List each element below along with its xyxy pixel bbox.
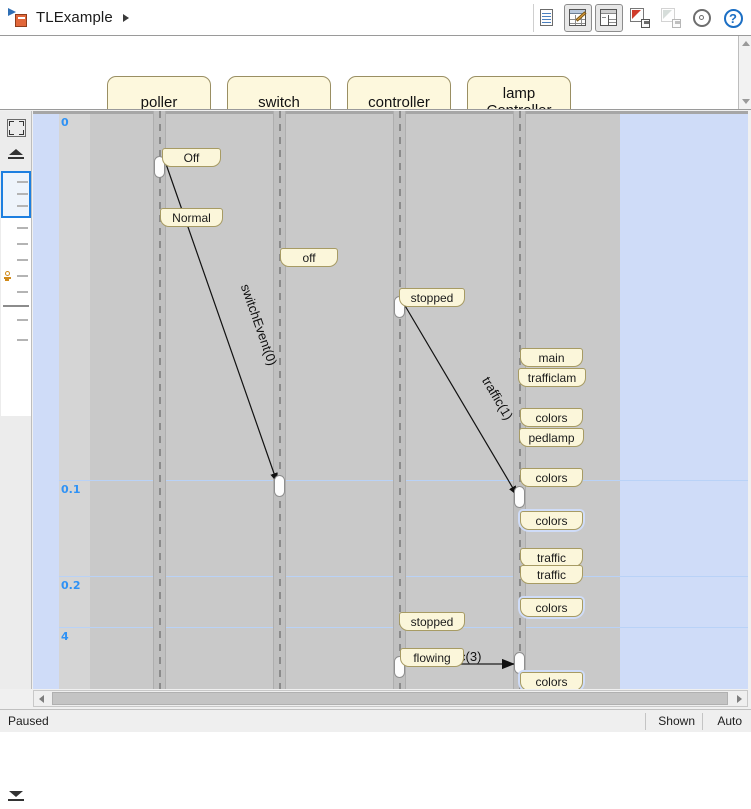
scroll-to-bottom-button[interactable] [1, 783, 31, 809]
triangle-right-icon[interactable] [737, 695, 742, 703]
activation-switch[interactable] [274, 475, 285, 497]
minimap-navigator[interactable] [1, 171, 31, 416]
lifeline-head-switch[interactable]: switch [227, 76, 331, 110]
state-box-colors-4[interactable]: colors [520, 598, 583, 617]
list-view-button[interactable] [533, 4, 561, 32]
time-tick-1: 0.1 [61, 483, 81, 496]
export-arrow-save-dim-icon [661, 8, 681, 28]
hscrollbar-thumb[interactable] [52, 692, 728, 705]
fit-to-view-icon [9, 121, 24, 135]
column-view-button[interactable] [595, 4, 623, 32]
header-vscrollbar[interactable] [738, 36, 751, 109]
state-box-colors-5[interactable]: colors [520, 672, 583, 689]
edit-table-button[interactable] [564, 4, 592, 32]
status-divider-2 [702, 713, 703, 730]
sequence-viewer-window: TLExample [0, 0, 751, 732]
bar-icon [8, 157, 24, 159]
settings-button[interactable] [688, 4, 716, 32]
table-columns-icon [599, 8, 619, 28]
scroll-to-top-button[interactable] [1, 141, 31, 167]
lifeline-label-line1: lamp [486, 85, 551, 102]
triangle-up-bar-icon [9, 149, 23, 155]
export-red-button[interactable] [626, 4, 654, 32]
lifeline-controller[interactable] [393, 111, 406, 689]
status-bar: Paused Shown Auto [0, 709, 751, 732]
lifeline-head-controller[interactable]: controller [347, 76, 451, 110]
state-box-colors-1[interactable]: colors [520, 408, 583, 427]
status-scale-mode[interactable]: Auto [717, 714, 742, 728]
lifeline-poller[interactable] [153, 111, 166, 689]
lifeline-head-lamp-controller[interactable]: lamp Controller [467, 76, 571, 110]
triangle-down-bar-icon [9, 791, 23, 797]
status-state: Paused [8, 714, 49, 728]
lifeline-switch[interactable] [273, 111, 286, 689]
state-box-off-switch[interactable]: off [280, 248, 338, 267]
marker-icon [4, 271, 12, 281]
state-box-trafficlam[interactable]: trafficlam [518, 368, 586, 387]
question-circle-icon: ? [724, 9, 743, 28]
time-tick-0: 0 [61, 116, 69, 129]
time-ticks: 0 0.1 0.2 4 [59, 111, 90, 689]
lifeline-header: poller + switch + controller + lamp Cont… [0, 36, 751, 110]
state-box-traffic-2[interactable]: traffic [520, 565, 583, 584]
gear-icon [693, 9, 711, 27]
state-box-flowing-controller[interactable]: flowing [400, 648, 464, 667]
sequence-canvas[interactable]: 0 0.1 0.2 4 switchEvent(0 [33, 111, 748, 689]
page-title: TLExample [36, 9, 113, 26]
left-toolbar [0, 111, 32, 689]
state-box-colors-3[interactable]: colors [520, 511, 583, 530]
help-button[interactable]: ? [719, 4, 747, 32]
state-box-normal-poller[interactable]: Normal [160, 208, 223, 227]
document-lines-icon [537, 8, 557, 28]
lifeline-head-poller[interactable]: poller [107, 76, 211, 110]
time-tick-3: 4 [61, 630, 69, 643]
activation-lamp-controller-2[interactable] [514, 652, 525, 674]
status-divider-1 [645, 713, 646, 730]
triangle-left-icon[interactable] [39, 695, 44, 703]
toolbar: ? [533, 3, 747, 33]
titlebar: TLExample [0, 0, 751, 36]
chevron-right-icon[interactable] [123, 14, 129, 22]
activation-lamp-controller-1[interactable] [514, 486, 525, 508]
canvas-left-gutter [33, 111, 59, 689]
state-box-stopped-controller[interactable]: stopped [399, 288, 465, 307]
time-tick-2: 0.2 [61, 579, 81, 592]
state-box-colors-2[interactable]: colors [520, 468, 583, 487]
state-box-stopped-controller-2[interactable]: stopped [399, 612, 465, 631]
minimap-filler [1, 416, 31, 476]
model-arrow-block-icon [8, 8, 30, 28]
lifeline-label: poller [141, 94, 178, 111]
fit-to-view-button[interactable] [1, 115, 31, 141]
state-box-off-poller[interactable]: Off [162, 148, 221, 167]
export-gray-button[interactable] [657, 4, 685, 32]
state-box-main[interactable]: main [520, 348, 583, 367]
lifeline-label-line2: Controller [486, 102, 551, 110]
triangle-up-icon[interactable] [742, 41, 750, 46]
status-display-mode[interactable]: Shown [658, 714, 695, 728]
triangle-down-icon[interactable] [742, 99, 750, 104]
lifeline-label: switch [258, 94, 300, 111]
canvas-hscrollbar[interactable] [33, 690, 748, 707]
lifeline-label: controller [368, 94, 430, 111]
breadcrumb[interactable]: TLExample [8, 0, 129, 35]
table-pencil-icon [568, 8, 588, 28]
bar-icon [8, 799, 24, 801]
state-box-pedlamp[interactable]: pedlamp [519, 428, 584, 447]
export-arrow-save-icon [630, 8, 650, 28]
